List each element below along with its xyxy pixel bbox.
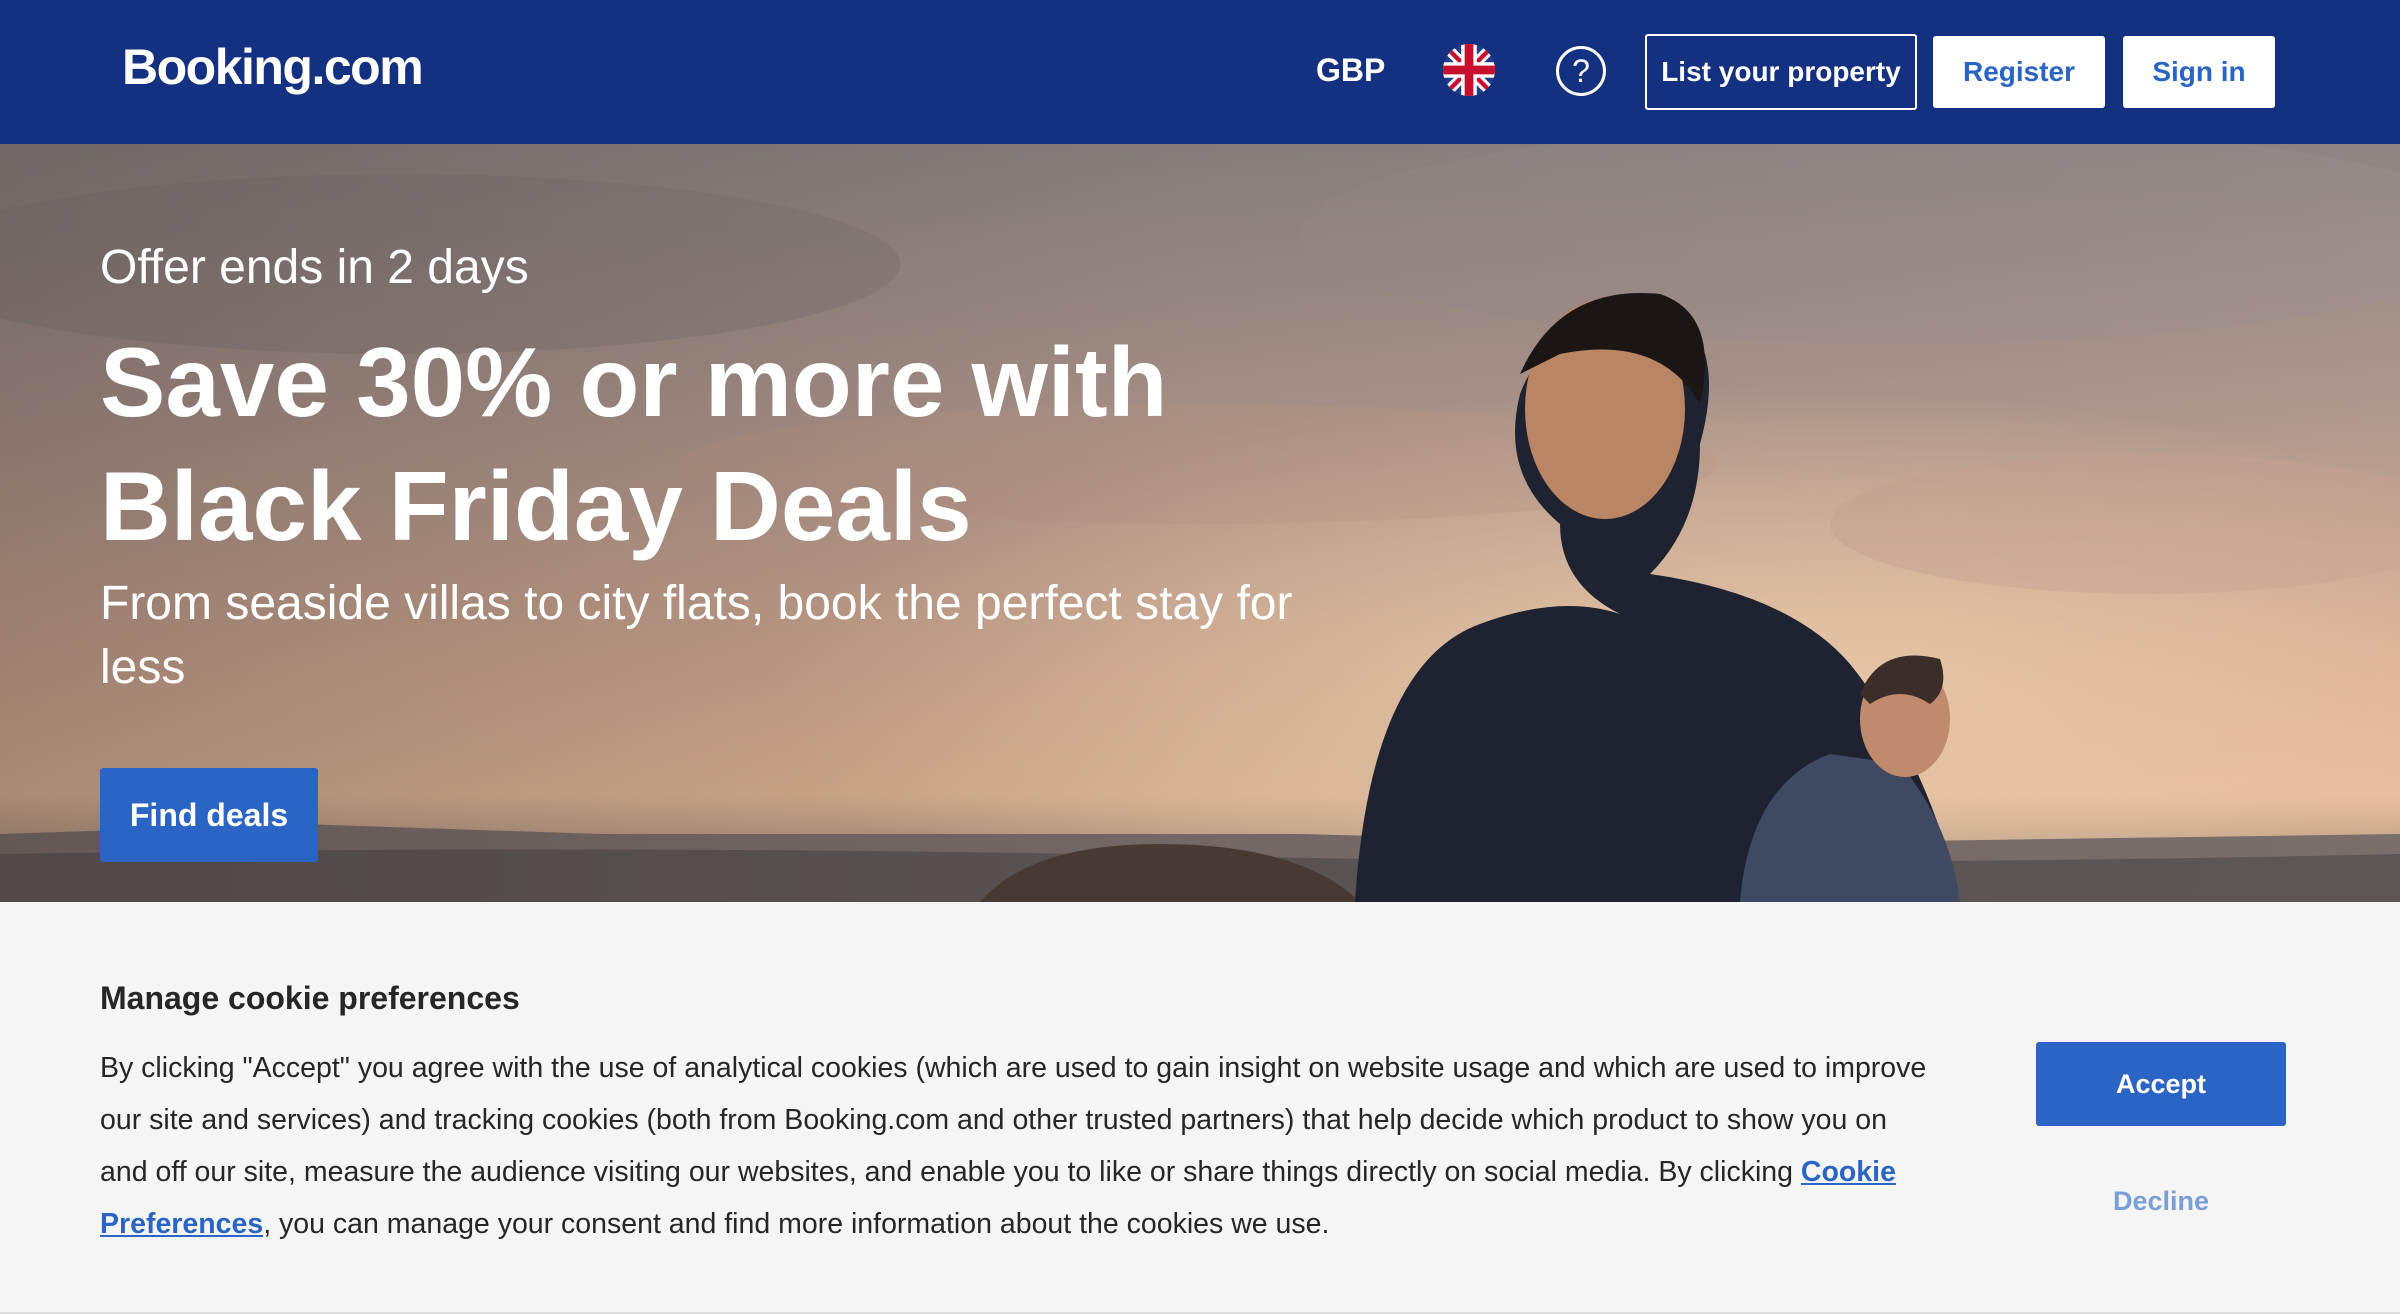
currency-selector[interactable]: GBP xyxy=(1316,52,1385,89)
hero-banner: Offer ends in 2 days Save 30% or more wi… xyxy=(0,144,2400,902)
uk-flag-icon[interactable] xyxy=(1443,44,1495,96)
decline-button[interactable]: Decline xyxy=(2036,1176,2286,1226)
help-icon[interactable]: ? xyxy=(1556,46,1606,96)
cookie-text-part1: By clicking "Accept" you agree with the … xyxy=(100,1052,1927,1188)
offer-countdown: Offer ends in 2 days xyxy=(100,241,529,294)
hero-subline: From seaside villas to city flats, book … xyxy=(100,577,1293,694)
register-button[interactable]: Register xyxy=(1933,36,2105,108)
cookie-banner: Manage cookie preferences By clicking "A… xyxy=(0,902,2400,1314)
signin-button[interactable]: Sign in xyxy=(2123,36,2275,108)
site-header: Booking.com GBP ? List your property Reg… xyxy=(0,0,2400,144)
accept-button[interactable]: Accept xyxy=(2036,1042,2286,1126)
find-deals-button[interactable]: Find deals xyxy=(100,768,318,862)
list-property-button[interactable]: List your property xyxy=(1645,34,1917,110)
booking-logo[interactable]: Booking.com xyxy=(122,38,424,96)
hero-headline: Save 30% or more with Black Friday Deals xyxy=(100,327,1168,561)
cookie-banner-title: Manage cookie preferences xyxy=(100,980,520,1016)
cookie-banner-text: By clicking "Accept" you agree with the … xyxy=(100,1042,1940,1250)
cookie-text-part2: , you can manage your consent and find m… xyxy=(263,1208,1330,1240)
